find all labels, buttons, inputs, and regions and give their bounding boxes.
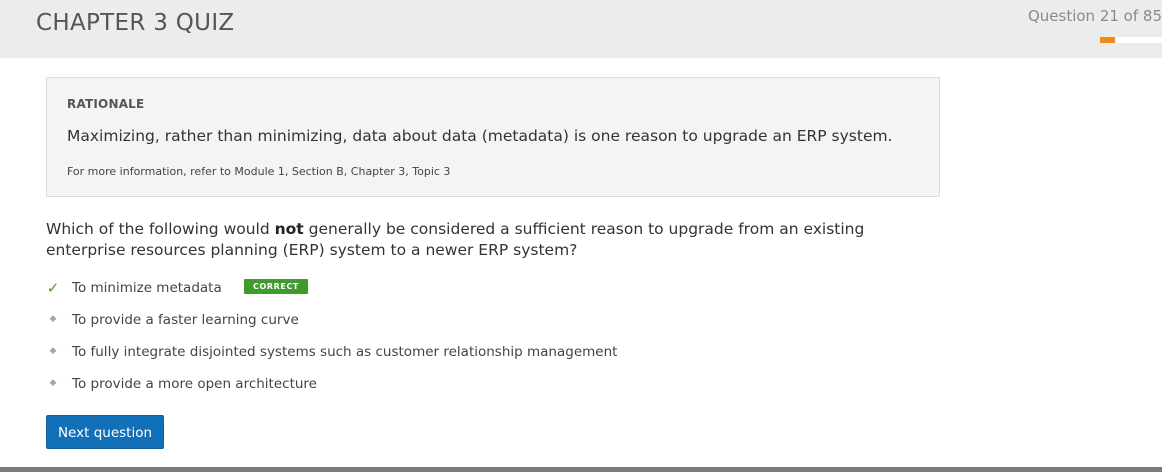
question-text: Which of the following would not general… (46, 219, 946, 261)
bottom-divider (0, 467, 1162, 472)
quiz-header: CHAPTER 3 QUIZ Question 21 of 85 (0, 0, 1162, 58)
question-emphasis: not (274, 220, 304, 238)
answer-label: To provide a more open architecture (72, 376, 317, 392)
rationale-text: Maximizing, rather than minimizing, data… (67, 127, 893, 145)
rationale-heading: RATIONALE (67, 97, 145, 111)
diamond-bullet-icon: ◆ (49, 378, 57, 388)
rationale-panel: RATIONALE Maximizing, rather than minimi… (46, 77, 940, 197)
question-text-before: Which of the following would (46, 220, 275, 238)
answer-label: To minimize metadata (72, 280, 222, 296)
rationale-reference: For more information, refer to Module 1,… (67, 165, 451, 178)
answer-label: To provide a faster learning curve (72, 312, 299, 328)
diamond-bullet-icon: ◆ (49, 346, 57, 356)
next-question-button[interactable]: Next question (46, 415, 164, 449)
diamond-bullet-icon: ◆ (49, 314, 57, 324)
progress-bar-fill (1100, 37, 1116, 43)
correct-badge: CORRECT (244, 279, 308, 294)
question-counter: Question 21 of 85 (1027, 7, 1162, 25)
progress-bar (1100, 37, 1162, 43)
quiz-title: CHAPTER 3 QUIZ (36, 10, 235, 36)
check-icon: ✓ (46, 279, 60, 297)
answer-label: To fully integrate disjointed systems su… (72, 344, 618, 360)
